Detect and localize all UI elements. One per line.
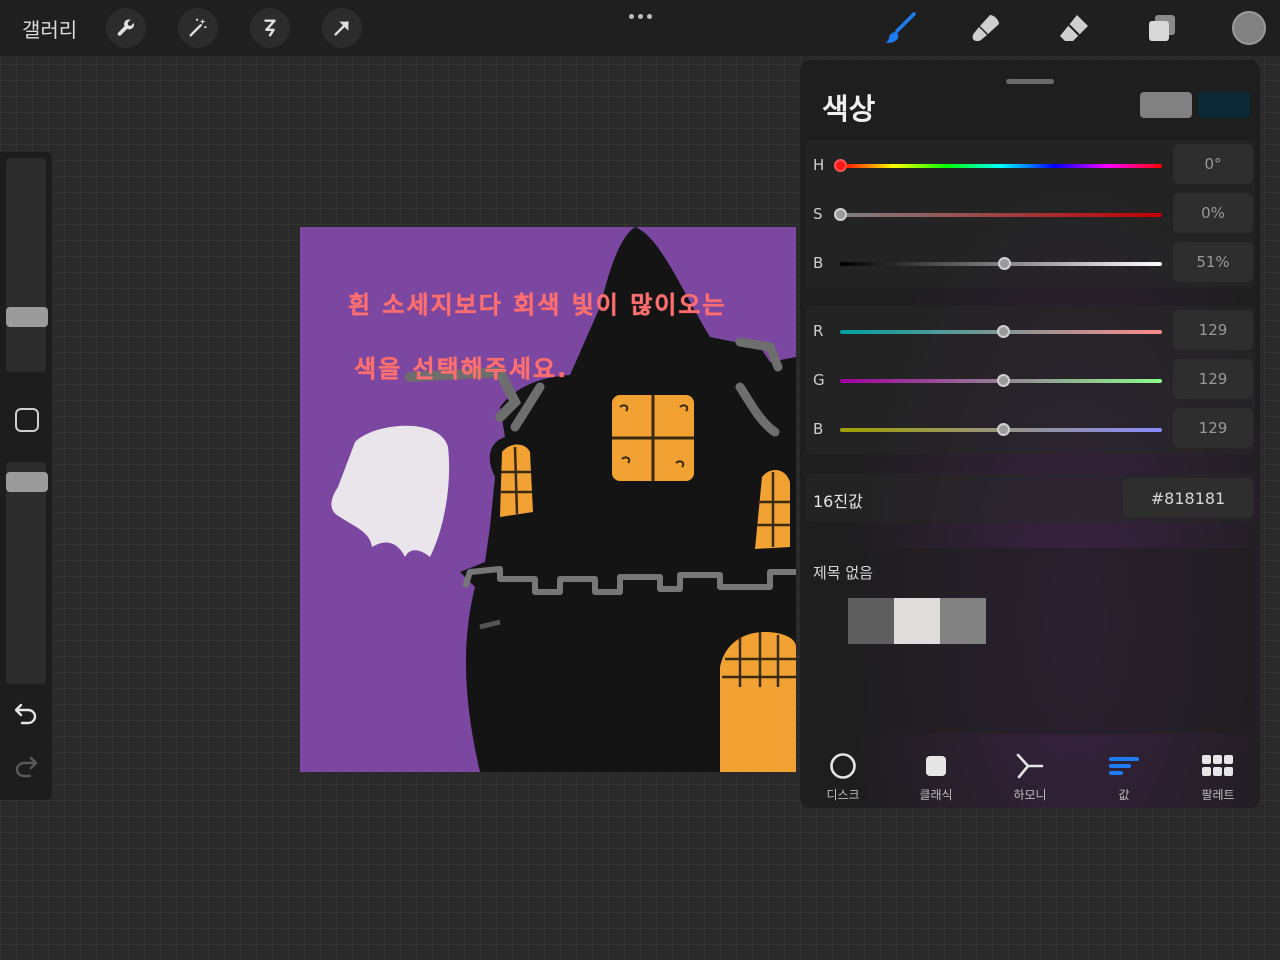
tab-palette[interactable]: 팔레트 [1173,748,1263,808]
green-value-field[interactable]: 129 [1173,359,1253,399]
arrow-cursor-icon [334,21,349,36]
opacity-handle[interactable] [6,472,48,493]
eraser-icon [1060,15,1088,41]
selection-button[interactable] [250,8,290,48]
palette-swatch[interactable] [940,598,986,644]
transform-button[interactable] [322,8,362,48]
hsb-slider-group: H 0° S 0% B 51% [805,140,1255,288]
panel-title: 색상 [822,92,876,126]
red-value-field[interactable]: 129 [1173,310,1253,350]
palette-grid-icon [1202,755,1233,776]
hex-label: 16진값 [813,492,863,511]
saturation-row: S 0% [805,193,1255,237]
layers-icon [1149,15,1175,41]
palette-area: 제목 없음 [805,548,1255,734]
wrench-icon [117,19,135,36]
brush-icon [885,12,916,43]
actions-button[interactable] [106,8,146,48]
blue-slider-knob[interactable] [996,423,1010,436]
tab-palette-label: 팔레트 [1201,788,1235,802]
palette-swatch[interactable] [894,598,940,644]
red-row: R 129 [805,310,1255,354]
disc-icon [830,753,856,779]
eraser-tool-button[interactable] [1056,10,1092,46]
hue-label: H [813,156,825,174]
adjustments-button[interactable] [178,8,218,48]
secondary-color-swatch[interactable] [1198,92,1250,118]
tab-classic[interactable]: 클래식 [891,748,981,808]
hue-slider-knob[interactable] [834,159,847,172]
red-label: R [813,322,824,340]
blue-label: B [813,420,824,438]
undo-button[interactable] [12,700,40,728]
saturation-slider-knob[interactable] [834,208,847,221]
hue-value-field[interactable]: 0° [1173,144,1253,184]
tab-value-label: 값 [1118,788,1130,802]
opacity-slider[interactable] [6,462,46,684]
dot [646,13,652,19]
panel-grabber[interactable] [1006,79,1054,84]
brightness-row: B 51% [805,242,1255,286]
primary-color-swatch[interactable] [1140,92,1192,118]
smudge-tool-button[interactable] [968,10,1004,46]
canvas-handwritten-text-line-1: 흰 소세지보다 회색 빛이 많이오는 [348,291,727,319]
palette-name: 제목 없음 [813,564,873,582]
smudge-icon [972,15,999,42]
saturation-value-field[interactable]: 0% [1173,193,1253,233]
brightness-value-field[interactable]: 51% [1173,242,1253,282]
layers-button[interactable] [1144,10,1180,46]
palette-swatch[interactable] [848,598,894,644]
redo-button[interactable] [12,753,40,781]
green-row: G 129 [805,359,1255,403]
selection-icon [264,19,276,37]
tab-disc-label: 디스크 [826,788,860,802]
hex-row: 16진값 #818181 [805,474,1255,522]
redo-icon [15,756,38,778]
brush-size-handle[interactable] [6,307,48,328]
top-toolbar: 갤러리 [0,0,1280,56]
canvas-handwritten-text-line-2: 색을 선택해주세요. [354,355,569,383]
value-sliders-icon [1109,757,1139,775]
left-sidebar [0,152,52,800]
green-slider-knob[interactable] [996,374,1010,387]
more-options-button[interactable] [620,6,660,26]
brush-tool-button[interactable] [882,10,918,46]
magic-wand-icon [189,18,207,37]
color-swatch-icon[interactable] [1232,11,1266,45]
rgb-slider-group: R 129 G 129 B 129 [805,306,1255,454]
drawing-canvas[interactable]: 흰 소세지보다 회색 빛이 많이오는 색을 선택해주세요. [300,227,796,772]
brush-size-slider[interactable] [6,158,46,372]
tab-harmony-label: 하모니 [1013,788,1047,802]
tab-classic-label: 클래식 [919,788,953,802]
brightness-slider-knob[interactable] [998,257,1012,270]
saturation-slider[interactable] [840,213,1162,217]
hue-row: H 0° [805,144,1255,188]
modify-button[interactable] [15,408,39,432]
undo-icon [14,703,37,725]
tab-value[interactable]: 값 [1079,748,1169,808]
brightness-label: B [813,254,824,272]
dot [628,13,634,19]
hex-value-field[interactable]: #818181 [1123,478,1253,518]
hue-slider[interactable] [840,164,1162,168]
blue-row: B 129 [805,408,1255,452]
tab-disc[interactable]: 디스크 [798,748,888,808]
color-panel: 색상 H 0° S 0% B 51% R 129 G 129 B 129 16진… [800,60,1260,808]
harmony-icon [1016,753,1044,779]
green-label: G [813,371,825,389]
palette-swatches [848,598,986,644]
red-slider-knob[interactable] [996,325,1010,338]
classic-square-icon [926,756,946,776]
gallery-button[interactable]: 갤러리 [22,14,77,43]
saturation-label: S [813,205,823,223]
color-mode-tabs: 디스크 클래식 하모니 값 팔레트 [800,748,1260,808]
tab-harmony[interactable]: 하모니 [985,748,1075,808]
dot [637,13,643,19]
blue-value-field[interactable]: 129 [1173,408,1253,448]
